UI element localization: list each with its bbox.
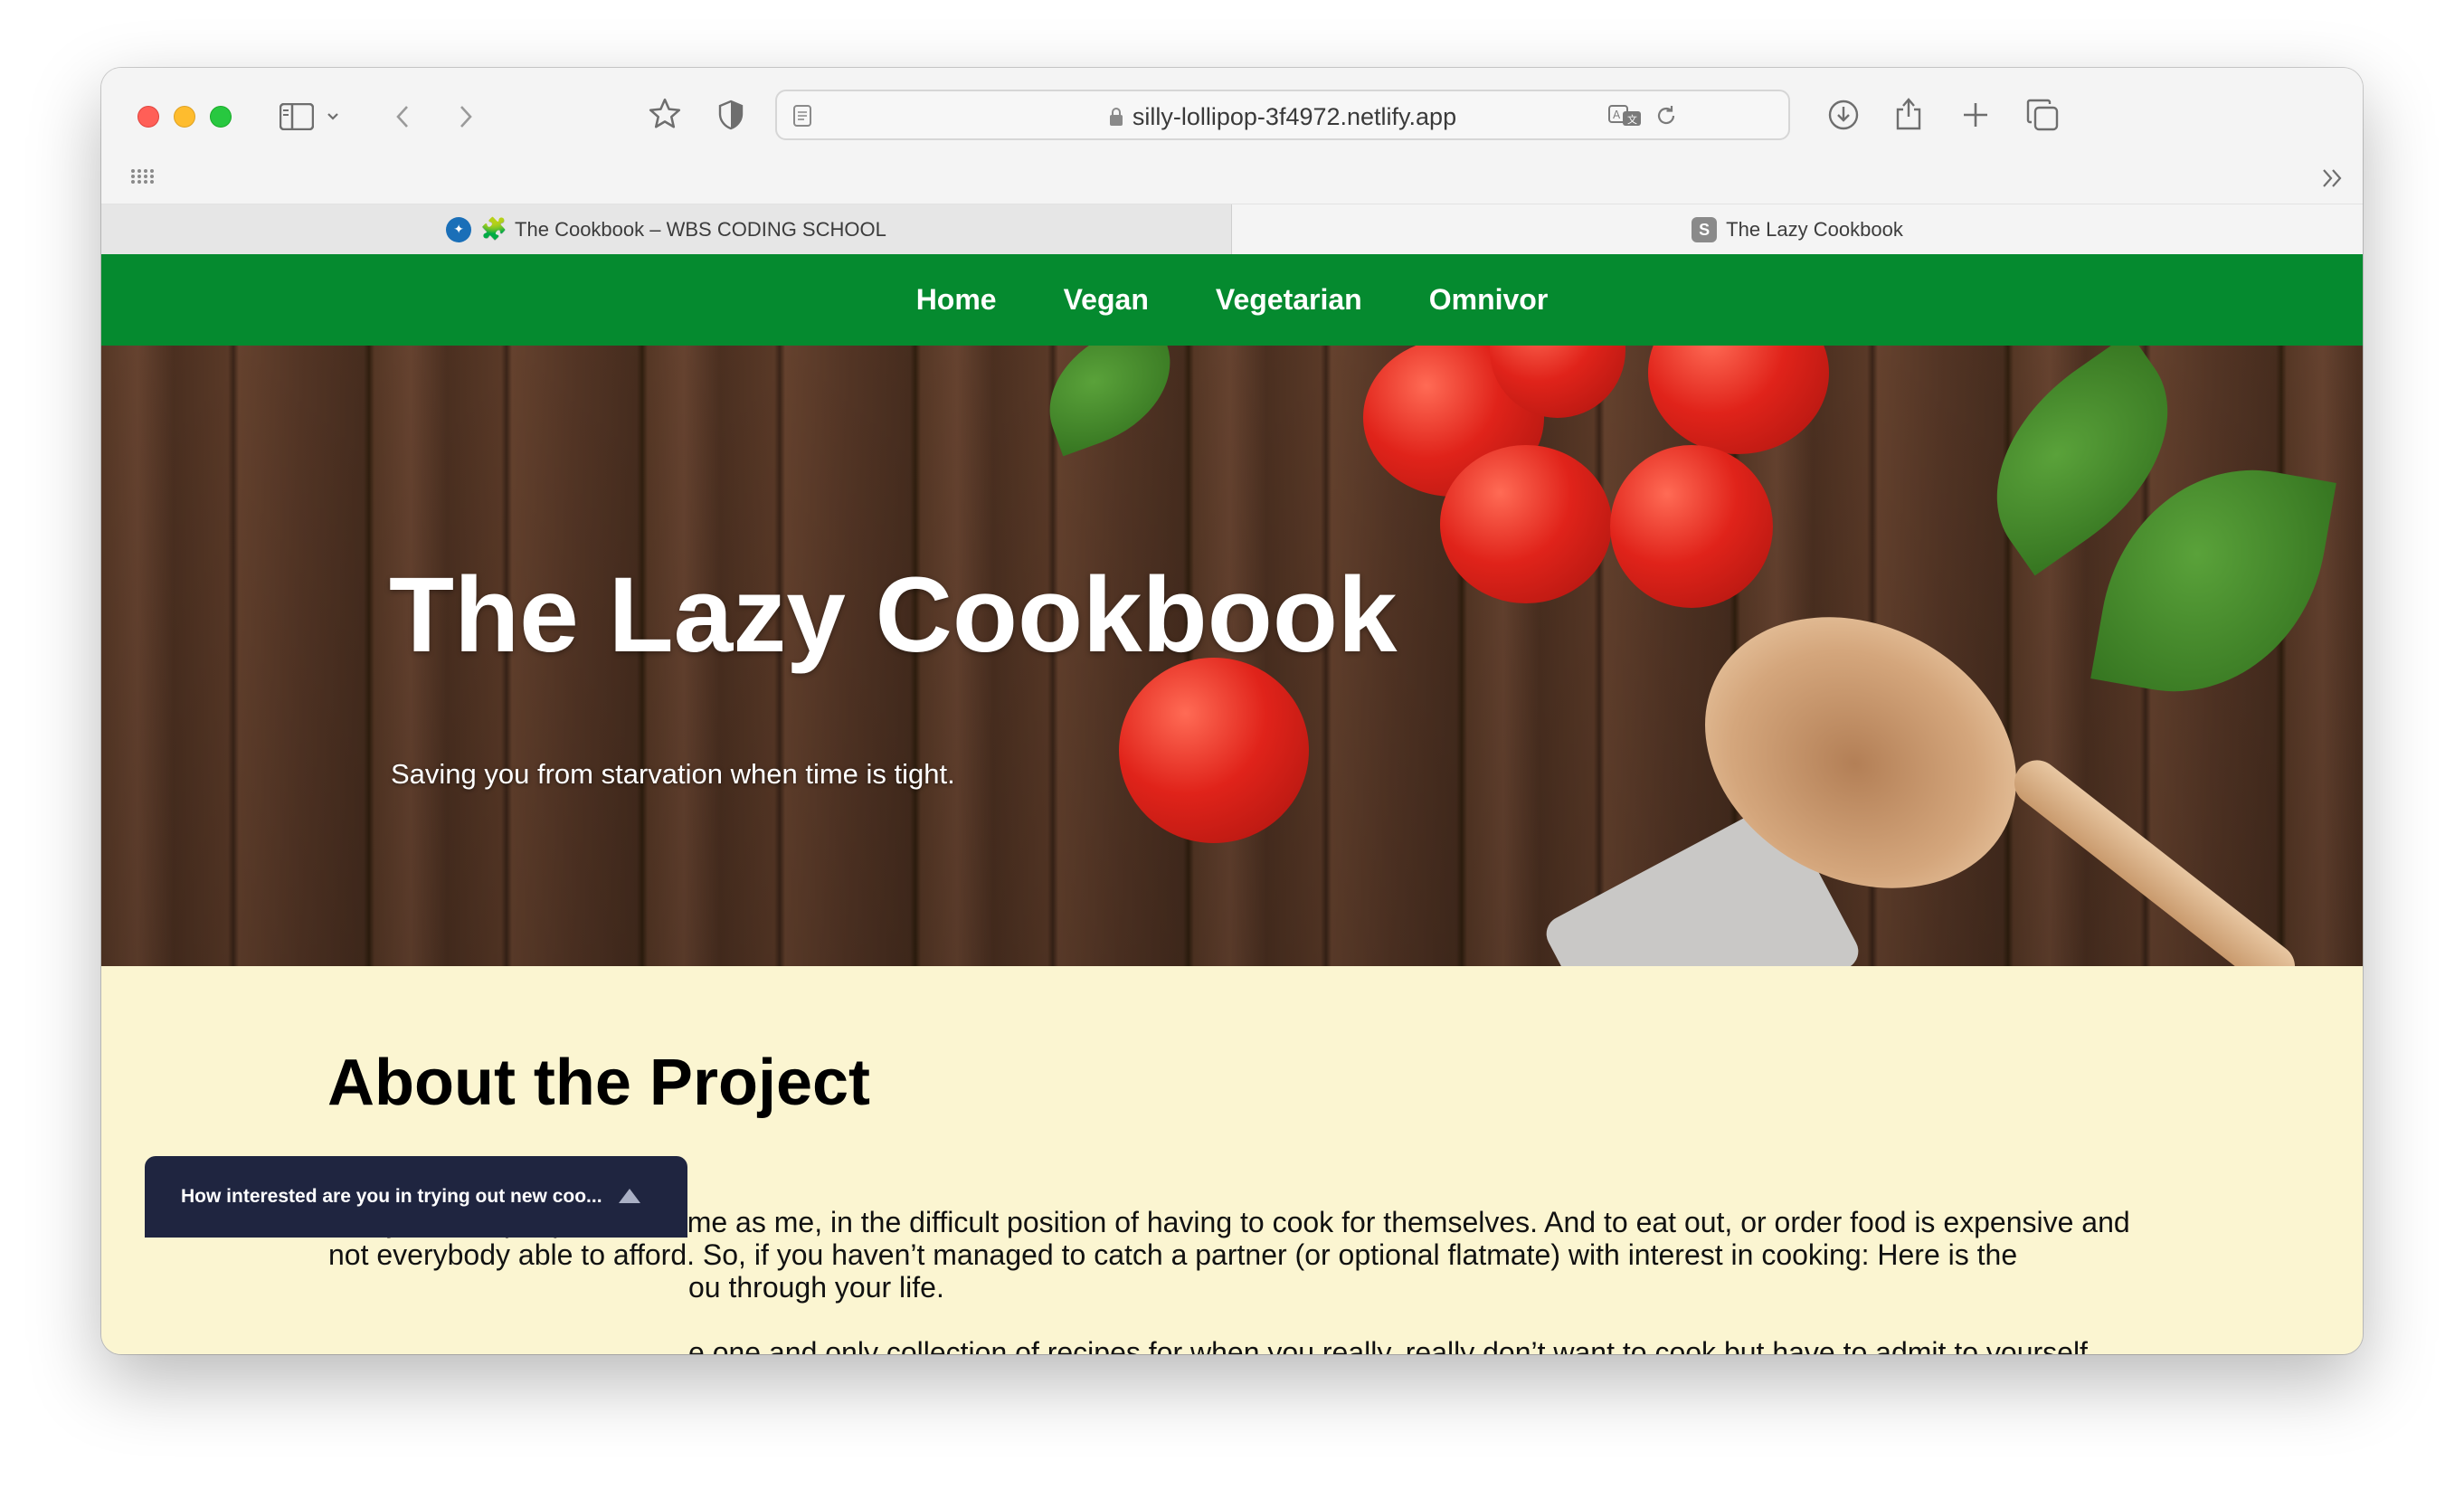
sidebar-icon[interactable] <box>279 100 315 133</box>
tab-strip: ✦ 🧩 The Cookbook – WBS CODING SCHOOL S T… <box>101 204 2363 255</box>
zoom-window-button[interactable] <box>210 106 232 128</box>
reload-icon[interactable] <box>1653 102 1680 129</box>
translate-icon[interactable]: A文 <box>1607 102 1644 129</box>
tab-label: The Lazy Cookbook <box>1726 218 1903 241</box>
survey-widget[interactable]: How interested are you in trying out new… <box>145 1156 687 1238</box>
tab-lazy-cookbook[interactable]: S The Lazy Cookbook <box>1232 204 2363 255</box>
apps-grid-icon[interactable] <box>128 166 156 187</box>
tab-overview-icon[interactable] <box>2024 97 2061 133</box>
star-icon[interactable] <box>646 95 684 133</box>
back-icon[interactable] <box>389 100 416 133</box>
share-icon[interactable] <box>1892 93 1925 133</box>
basil-leaf-image <box>1028 346 1191 457</box>
close-window-button[interactable] <box>137 106 159 128</box>
puzzle-icon: 🧩 <box>480 217 508 242</box>
download-icon[interactable] <box>1825 97 1862 133</box>
nav-vegetarian-link[interactable]: Vegetarian <box>1216 283 1362 317</box>
hero-subtitle: Saving you from starvation when time is … <box>391 758 955 790</box>
lock-icon <box>1109 105 1123 133</box>
about-line: e one and only collection of recipes for… <box>688 1336 2088 1354</box>
tomato-image <box>1610 445 1773 608</box>
nav-omnivor-link[interactable]: Omnivor <box>1429 283 1549 317</box>
tab-cookbook-wbs[interactable]: ✦ 🧩 The Cookbook – WBS CODING SCHOOL <box>101 204 1232 255</box>
svg-text:A: A <box>1613 109 1621 121</box>
address-bar[interactable]: silly-lollipop-3f4972.netlify.app A文 <box>775 90 1790 140</box>
caret-up-icon[interactable] <box>619 1189 640 1203</box>
nav-home-link[interactable]: Home <box>916 283 997 317</box>
hero-title: The Lazy Cookbook <box>389 555 1398 675</box>
shield-icon[interactable] <box>715 97 747 133</box>
tomato-image <box>1648 346 1829 454</box>
url-label: silly-lollipop-3f4972.netlify.app <box>1132 103 1457 130</box>
new-tab-icon[interactable] <box>1959 97 1992 133</box>
about-line: not everybody able to afford. So, if you… <box>328 1238 2018 1271</box>
main-nav: Home Vegan Vegetarian Omnivor <box>101 254 2363 346</box>
browser-window: silly-lollipop-3f4972.netlify.app A文 ✦ 🧩… <box>101 68 2363 1354</box>
survey-widget-label: How interested are you in trying out new… <box>181 1186 602 1207</box>
chevron-down-icon[interactable] <box>324 106 342 128</box>
minimize-window-button[interactable] <box>174 106 195 128</box>
forward-icon[interactable] <box>452 100 479 133</box>
about-heading: About the Project <box>327 1047 871 1119</box>
nav-vegan-link[interactable]: Vegan <box>1064 283 1149 317</box>
wooden-spoon-handle-image <box>2004 751 2305 966</box>
about-line: ou through your life. <box>688 1271 944 1304</box>
tomato-image <box>1119 658 1309 843</box>
hero-banner: The Lazy Cookbook Saving you from starva… <box>101 346 2363 966</box>
tab-label: The Cookbook – WBS CODING SCHOOL <box>515 217 886 241</box>
browser-toolbar: silly-lollipop-3f4972.netlify.app A文 <box>101 68 2363 204</box>
svg-text:文: 文 <box>1627 113 1637 126</box>
double-chevron-right-icon[interactable] <box>2319 166 2346 191</box>
wbs-favicon-icon: ✦ <box>446 216 472 242</box>
site-favicon-icon: S <box>1692 217 1718 242</box>
tomato-image <box>1440 445 1612 603</box>
